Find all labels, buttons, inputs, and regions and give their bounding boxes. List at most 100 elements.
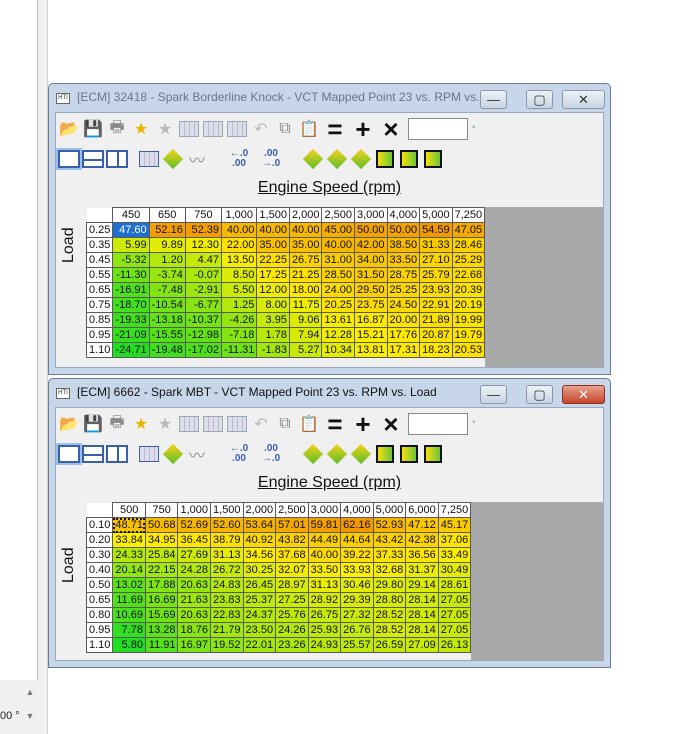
table-cell[interactable]: 25.76 — [275, 607, 309, 623]
open-folder-icon[interactable]: 📂 — [58, 118, 80, 140]
table-cell[interactable]: 31.13 — [210, 547, 244, 563]
set-equal-icon[interactable]: = — [322, 114, 348, 144]
row-header-load[interactable]: 1.10 — [85, 637, 114, 653]
column-header-rpm[interactable]: 3,000 — [354, 207, 388, 223]
color-map-icon[interactable] — [162, 443, 184, 465]
table-cell[interactable]: 22.83 — [210, 607, 244, 623]
table-cell[interactable]: -1.83 — [256, 342, 290, 358]
table-cell[interactable]: 22.00 — [221, 237, 258, 253]
table-window-spark-mbt[interactable]: HTI [ECM] 6662 - Spark MBT - VCT Mapped … — [48, 378, 611, 668]
table-cell[interactable]: 40.00 — [307, 547, 342, 563]
table-cell[interactable]: 20.00 — [386, 312, 421, 328]
table-cell[interactable]: 28.97 — [275, 577, 309, 593]
table-cell[interactable]: 28.52 — [372, 622, 407, 638]
grid-compare-icon[interactable] — [178, 413, 200, 435]
table-cell[interactable]: 28.14 — [405, 592, 439, 608]
table-cell[interactable]: 24.83 — [210, 577, 244, 593]
table-cell[interactable]: 23.93 — [419, 282, 453, 298]
table-cell[interactable]: 8.00 — [256, 297, 290, 313]
table-cell[interactable]: 11.75 — [288, 297, 323, 313]
increase-decimals-icon[interactable]: .00 →.0 — [256, 148, 286, 170]
table-cell[interactable]: 28.14 — [405, 622, 439, 638]
table-cell[interactable]: -21.09 — [112, 327, 150, 343]
scroll-down-arrow-icon[interactable]: ▼ — [22, 704, 38, 728]
row-header-load[interactable]: 0.65 — [85, 282, 114, 298]
column-header-rpm[interactable]: 2,500 — [275, 502, 309, 518]
table-cell[interactable]: 20.25 — [321, 297, 355, 313]
table-cell[interactable]: 44.49 — [307, 532, 342, 548]
table-cell[interactable]: 25.37 — [242, 592, 277, 608]
table-cell[interactable]: 48.71 — [112, 517, 146, 533]
table-cell[interactable]: 31.37 — [405, 562, 439, 578]
table-cell[interactable]: 22.25 — [256, 252, 290, 268]
column-header-rpm[interactable]: 6,000 — [405, 502, 439, 518]
table-cell[interactable]: 52.16 — [148, 222, 186, 238]
table-cell[interactable]: 24.93 — [307, 637, 342, 653]
table-cell[interactable]: 26.75 — [288, 252, 323, 268]
column-header-rpm[interactable]: 1,000 — [221, 207, 258, 223]
view-single-icon[interactable] — [58, 148, 80, 170]
table-cell[interactable]: 35.00 — [256, 237, 290, 253]
table-cell[interactable]: 4.47 — [184, 252, 223, 268]
close-button[interactable]: ✕ — [562, 385, 605, 404]
table-cell[interactable]: 52.93 — [372, 517, 407, 533]
interpolate-vertical-icon[interactable] — [326, 148, 348, 170]
title-bar[interactable]: HTI [ECM] 6662 - Spark MBT - VCT Mapped … — [49, 379, 610, 407]
table-cell[interactable]: 15.21 — [354, 327, 388, 343]
table-cell[interactable]: 20.87 — [419, 327, 453, 343]
table-cell[interactable]: 12.30 — [184, 237, 223, 253]
table-cell[interactable]: 30.25 — [242, 562, 277, 578]
table-cell[interactable]: 27.69 — [177, 547, 212, 563]
table-cell[interactable]: -11.31 — [221, 342, 258, 358]
table-cell[interactable]: 38.50 — [386, 237, 421, 253]
table-cell[interactable]: 13.28 — [144, 622, 179, 638]
table-cell[interactable]: 13.02 — [112, 577, 146, 593]
row-header-load[interactable]: 0.20 — [85, 532, 114, 548]
table-cell[interactable]: 16.97 — [177, 637, 212, 653]
column-header-rpm[interactable]: 1,500 — [256, 207, 290, 223]
table-cell[interactable]: 27.05 — [437, 592, 472, 608]
column-header-rpm[interactable]: 750 — [144, 502, 179, 518]
table-cell[interactable]: 28.46 — [451, 237, 486, 253]
table-cell[interactable]: -16.91 — [112, 282, 150, 298]
row-header-load[interactable]: 0.10 — [85, 517, 114, 533]
table-cell[interactable]: -10.37 — [184, 312, 223, 328]
table-cell[interactable]: 25.79 — [419, 267, 453, 283]
interpolate-both-icon[interactable] — [302, 148, 324, 170]
table-cell[interactable]: 50.68 — [144, 517, 179, 533]
table-cell[interactable]: 62.16 — [340, 517, 374, 533]
table-cell[interactable]: 31.33 — [419, 237, 453, 253]
table-cell[interactable]: 34.56 — [242, 547, 277, 563]
increase-decimals-icon[interactable]: .00 →.0 — [256, 443, 286, 465]
table-cell[interactable]: 40.00 — [321, 237, 355, 253]
table-cell[interactable]: 28.50 — [321, 267, 355, 283]
table-cell[interactable]: 36.45 — [177, 532, 212, 548]
row-header-load[interactable]: 0.85 — [85, 312, 114, 328]
table-cell[interactable]: 27.09 — [405, 637, 439, 653]
table-cell[interactable]: 23.75 — [354, 297, 388, 313]
column-header-rpm[interactable]: 1,000 — [177, 502, 212, 518]
table-cell[interactable]: 21.63 — [177, 592, 212, 608]
table-cell[interactable]: 27.10 — [419, 252, 453, 268]
column-header-rpm[interactable]: 750 — [184, 207, 223, 223]
table-cell[interactable]: 24.33 — [112, 547, 146, 563]
table-cell[interactable]: 17.31 — [386, 342, 421, 358]
table-cell[interactable]: -6.77 — [184, 297, 223, 313]
table-cell[interactable]: 7.78 — [112, 622, 146, 638]
table-cell[interactable]: 8.50 — [221, 267, 258, 283]
table-cell[interactable]: -7.48 — [148, 282, 186, 298]
table-cell[interactable]: 20.63 — [177, 577, 212, 593]
add-favorite-icon[interactable]: ★ — [130, 413, 152, 435]
table-cell[interactable]: 42.38 — [405, 532, 439, 548]
table-cell[interactable]: 39.22 — [340, 547, 374, 563]
multiply-icon[interactable]: × — [378, 114, 404, 144]
table-cell[interactable]: 19.52 — [210, 637, 244, 653]
table-cell[interactable]: 28.52 — [372, 607, 407, 623]
smooth-selection-icon[interactable] — [374, 148, 396, 170]
column-header-rpm[interactable]: 3,000 — [307, 502, 342, 518]
row-header-load[interactable]: 0.45 — [85, 252, 114, 268]
table-cell[interactable]: 40.00 — [256, 222, 290, 238]
table-cell[interactable]: 21.25 — [288, 267, 323, 283]
table-cell[interactable]: 5.50 — [221, 282, 258, 298]
table-cell[interactable]: 29.39 — [340, 592, 374, 608]
